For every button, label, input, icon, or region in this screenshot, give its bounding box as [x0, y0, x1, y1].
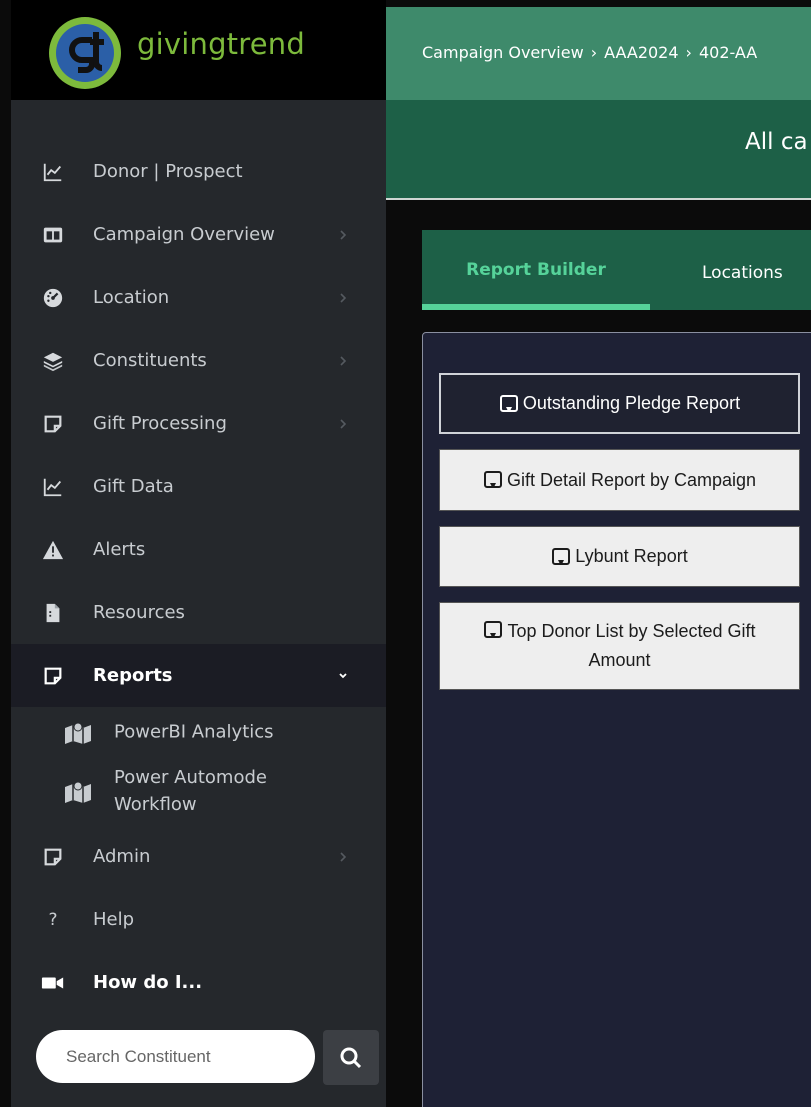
sidebar-item-how-do-i[interactable]: How do I...: [11, 951, 386, 1014]
report-label: Outstanding Pledge Report: [522, 393, 741, 413]
givingtrend-logo-icon[interactable]: [48, 16, 122, 90]
tab-locations[interactable]: Locations: [670, 230, 811, 310]
tab-report-builder[interactable]: Report Builder: [422, 230, 650, 310]
lybunt-report-button[interactable]: Lybunt Report: [439, 526, 800, 587]
layers-icon: [41, 349, 65, 373]
sidebar-item-admin[interactable]: Admin: [11, 825, 386, 888]
sidebar-item-resources[interactable]: Resources: [11, 581, 386, 644]
document-icon: [41, 601, 65, 625]
sidebar-item-label: Power Automode Workflow: [114, 764, 267, 818]
report-label-line-1: Top Donor List by Selected Gift: [507, 621, 756, 641]
search-constituent-input[interactable]: [36, 1030, 315, 1083]
sidebar-item-constituents[interactable]: Constituents: [11, 329, 386, 392]
sidebar-item-alerts[interactable]: Alerts: [11, 518, 386, 581]
breadcrumb-separator: ›: [590, 43, 598, 62]
sidebar-item-label: Constituents: [93, 350, 207, 371]
report-tabs: Report Builder Locations: [422, 230, 811, 310]
sticky-note-icon: [41, 412, 65, 436]
report-list-panel: Outstanding Pledge Report Gift Detail Re…: [422, 332, 811, 1107]
sidebar-item-label: Help: [93, 909, 135, 930]
sidebar: givingtrend Donor | Prospect Campaign Ov…: [11, 0, 386, 1107]
sidebar-item-label: Location: [93, 287, 170, 308]
topbar: Campaign Overview › AAA2024 › 402-AA: [386, 7, 811, 100]
sidebar-item-label: Resources: [93, 602, 185, 623]
sidebar-subitem-powerbi-analytics[interactable]: PowerBI Analytics: [11, 707, 386, 757]
sidebar-nav: Donor | Prospect Campaign Overview Locat…: [11, 140, 386, 1014]
report-label-wrap: Top Donor List by Selected Gift Amount: [483, 617, 756, 675]
breadcrumb-item-current[interactable]: 402-AA: [699, 43, 757, 62]
chevron-down-icon: [339, 672, 347, 678]
breadcrumb: Campaign Overview › AAA2024 › 402-AA: [422, 43, 757, 62]
report-label: Gift Detail Report by Campaign: [506, 469, 757, 490]
inbox-icon: [483, 471, 502, 488]
chevron-right-icon: [340, 851, 347, 862]
map-icon: [63, 720, 93, 744]
logo-bar: givingtrend: [11, 0, 386, 100]
sidebar-item-location[interactable]: Location: [11, 266, 386, 329]
label-line-2: Workflow: [114, 794, 197, 815]
map-icon: [63, 779, 93, 803]
warning-icon: [41, 538, 65, 562]
page-title: All ca: [745, 129, 808, 155]
dashboard-gauge-icon: [41, 286, 65, 310]
chevron-right-icon: [340, 229, 347, 240]
sticky-note-icon: [41, 664, 65, 688]
inbox-icon: [552, 547, 571, 565]
sidebar-item-gift-processing[interactable]: Gift Processing: [11, 392, 386, 455]
sticky-note-icon: [41, 845, 65, 869]
sidebar-item-label: Alerts: [93, 539, 146, 560]
sidebar-item-reports[interactable]: Reports: [11, 644, 386, 707]
breadcrumb-item-campaign-overview[interactable]: Campaign Overview: [422, 43, 584, 62]
sidebar-item-donor-prospect[interactable]: Donor | Prospect: [11, 140, 386, 203]
question-icon: ?: [48, 909, 58, 930]
breadcrumb-separator: ›: [685, 43, 692, 62]
sidebar-item-label: Gift Processing: [93, 413, 227, 434]
sidebar-item-label: Admin: [93, 846, 151, 867]
sidebar-item-label: How do I...: [93, 972, 203, 993]
sidebar-item-gift-data[interactable]: Gift Data: [11, 455, 386, 518]
sidebar-item-label: Gift Data: [93, 476, 174, 497]
line-chart-icon: [41, 160, 65, 184]
sidebar-item-label: Reports: [93, 665, 173, 686]
columns-icon: [41, 223, 65, 247]
sidebar-item-label: Campaign Overview: [93, 224, 275, 245]
label-line-1: Power Automode: [114, 767, 267, 788]
top-donor-list-report-button[interactable]: Top Donor List by Selected Gift Amount: [439, 602, 800, 690]
chevron-right-icon: [340, 292, 347, 303]
inbox-icon: [484, 621, 503, 638]
sidebar-item-campaign-overview[interactable]: Campaign Overview: [11, 203, 386, 266]
search-button[interactable]: [323, 1030, 379, 1085]
sidebar-subitem-power-automode-workflow[interactable]: Power Automode Workflow: [11, 757, 386, 825]
inbox-icon: [499, 394, 518, 412]
sidebar-item-help[interactable]: ? Help: [11, 888, 386, 951]
breadcrumb-item-aaa2024[interactable]: AAA2024: [604, 43, 678, 62]
search-icon: [340, 1047, 362, 1068]
line-chart-icon: [41, 475, 65, 499]
report-label-line-2: Amount: [588, 650, 651, 670]
outstanding-pledge-report-button[interactable]: Outstanding Pledge Report: [439, 373, 800, 434]
sidebar-item-label: PowerBI Analytics: [114, 721, 274, 743]
chevron-right-icon: [340, 355, 347, 366]
report-label: Lybunt Report: [575, 546, 688, 566]
brand-name: givingtrend: [137, 27, 305, 61]
page-header: All ca: [386, 100, 811, 200]
gift-detail-report-button[interactable]: Gift Detail Report by Campaign: [439, 449, 800, 511]
chevron-right-icon: [340, 418, 347, 429]
sidebar-item-label: Donor | Prospect: [93, 161, 243, 182]
video-camera-icon: [41, 971, 65, 995]
